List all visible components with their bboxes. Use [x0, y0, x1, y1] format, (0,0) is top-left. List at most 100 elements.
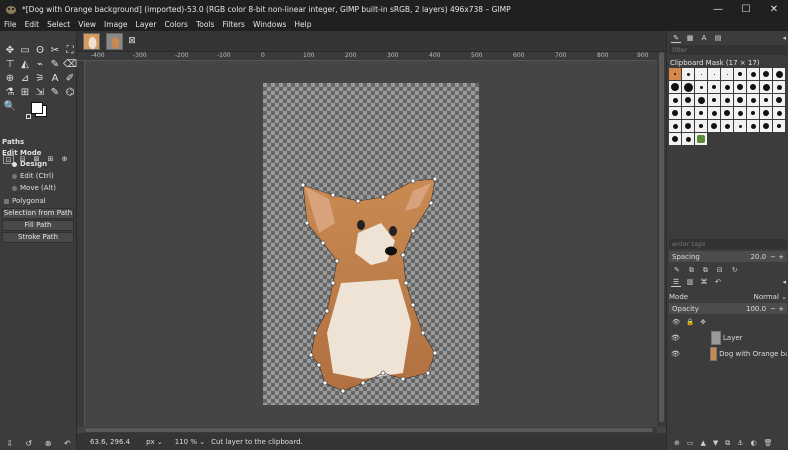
- brush-swatch[interactable]: [708, 94, 720, 106]
- ink-tool-icon[interactable]: ✎: [48, 85, 62, 99]
- brush-swatch[interactable]: [708, 68, 720, 80]
- brush-swatch[interactable]: [695, 133, 707, 145]
- brush-swatch[interactable]: [708, 120, 720, 132]
- brush-swatch[interactable]: [695, 94, 707, 106]
- vertical-scrollbar-thumb[interactable]: [659, 52, 664, 422]
- brush-swatch[interactable]: [747, 94, 759, 106]
- brush-swatch[interactable]: [760, 94, 772, 106]
- menu-windows[interactable]: Windows: [249, 20, 290, 29]
- brush-swatch[interactable]: [747, 81, 759, 93]
- layer-row[interactable]: 👁 Layer: [669, 330, 787, 346]
- new-group-icon[interactable]: ▭: [687, 439, 694, 447]
- brush-swatch[interactable]: [669, 68, 681, 80]
- layer-row[interactable]: 👁 Dog with Orange background: [669, 346, 787, 362]
- brush-swatch[interactable]: [669, 133, 681, 145]
- brush-swatch[interactable]: [773, 68, 785, 80]
- layer-name[interactable]: Layer: [723, 334, 743, 342]
- menu-layer[interactable]: Layer: [132, 20, 161, 29]
- brush-swatch[interactable]: [669, 107, 681, 119]
- brush-swatch[interactable]: [734, 107, 746, 119]
- anchor-layer-icon[interactable]: ⚓: [737, 439, 743, 447]
- menu-select[interactable]: Select: [43, 20, 74, 29]
- brush-tags-input[interactable]: [669, 239, 787, 249]
- channels-tab-icon[interactable]: ▥: [685, 277, 695, 287]
- brush-swatch[interactable]: [760, 68, 772, 80]
- brush-swatch[interactable]: [721, 94, 733, 106]
- polygonal-checkbox[interactable]: Polygonal: [4, 197, 46, 205]
- brush-swatch[interactable]: [682, 120, 694, 132]
- brush-swatch[interactable]: [682, 133, 694, 145]
- brush-swatch[interactable]: [669, 94, 681, 106]
- brush-swatch[interactable]: [747, 107, 759, 119]
- paths-tab-icon[interactable]: ⌘: [699, 277, 709, 287]
- new-brush-icon[interactable]: ⧉: [689, 266, 694, 275]
- close-button[interactable]: ✕: [760, 0, 788, 18]
- menu-edit[interactable]: Edit: [21, 20, 44, 29]
- move-tool-icon[interactable]: ✥: [3, 43, 17, 57]
- new-layer-icon[interactable]: ⊕: [674, 439, 680, 447]
- image-tab-thumbnail[interactable]: [83, 32, 100, 50]
- brush-swatch[interactable]: [721, 120, 733, 132]
- image-tab-thumbnail-active[interactable]: [106, 32, 123, 50]
- scissors-select-tool-icon[interactable]: ✂: [48, 43, 62, 57]
- lock-position-icon[interactable]: ✥: [700, 318, 705, 326]
- selection-from-path-button[interactable]: Selection from Path: [2, 208, 74, 219]
- brush-swatch[interactable]: [734, 81, 746, 93]
- restore-options-icon[interactable]: ↺: [26, 439, 33, 448]
- brush-swatch[interactable]: [708, 107, 720, 119]
- layer-name[interactable]: Dog with Orange background: [719, 350, 787, 358]
- brush-swatch[interactable]: [682, 107, 694, 119]
- maximize-button[interactable]: ☐: [732, 0, 760, 18]
- raise-layer-icon[interactable]: ▲: [701, 439, 706, 447]
- minimize-button[interactable]: —: [704, 0, 732, 18]
- spacing-stepper-icon[interactable]: − +: [770, 253, 784, 261]
- heal-tool-icon[interactable]: ⊕: [3, 71, 17, 85]
- brush-swatch[interactable]: [695, 120, 707, 132]
- delete-options-icon[interactable]: ⊗: [45, 439, 52, 448]
- paths-tool-icon[interactable]: ⚞: [33, 71, 47, 85]
- brush-swatch[interactable]: [721, 81, 733, 93]
- image-canvas[interactable]: [85, 61, 657, 427]
- free-select-tool-icon[interactable]: ʘ: [33, 43, 47, 57]
- vertical-scrollbar[interactable]: [657, 52, 666, 427]
- lower-layer-icon[interactable]: ▼: [713, 439, 718, 447]
- brush-swatch[interactable]: [682, 94, 694, 106]
- color-picker-tool-icon[interactable]: ✐: [63, 71, 77, 85]
- spacing-value[interactable]: 20.0: [750, 253, 766, 261]
- brush-swatch[interactable]: [682, 68, 694, 80]
- brush-swatch[interactable]: [773, 81, 785, 93]
- brushes-tab-icon[interactable]: ✎: [671, 33, 681, 43]
- opacity-slider[interactable]: Opacity 100.0 − +: [669, 303, 787, 314]
- opacity-stepper-icon[interactable]: − +: [770, 305, 784, 313]
- measure-tool-icon[interactable]: ⊞: [18, 85, 32, 99]
- mask-layer-icon[interactable]: ◐: [751, 439, 757, 447]
- brush-swatch[interactable]: [695, 107, 707, 119]
- clone-tool-icon[interactable]: ⌬: [63, 85, 77, 99]
- brush-swatch[interactable]: [734, 68, 746, 80]
- fill-path-button[interactable]: Fill Path: [2, 220, 74, 231]
- reset-colors-icon[interactable]: [26, 114, 31, 119]
- menu-colors[interactable]: Colors: [160, 20, 192, 29]
- spacing-slider[interactable]: Spacing 20.0 − +: [669, 251, 787, 262]
- brush-swatch[interactable]: [773, 107, 785, 119]
- brush-swatch[interactable]: [760, 81, 772, 93]
- foreground-color-swatch[interactable]: [31, 102, 43, 114]
- duplicate-layer-icon[interactable]: ⧉: [725, 439, 730, 448]
- save-options-icon[interactable]: ⇩: [6, 439, 13, 448]
- brush-swatch[interactable]: [773, 120, 785, 132]
- fonts-tab-icon[interactable]: A: [699, 33, 709, 43]
- warp-tool-icon[interactable]: ◭: [18, 57, 32, 71]
- menu-help[interactable]: Help: [290, 20, 315, 29]
- dock-menu-icon[interactable]: ◂: [782, 34, 786, 42]
- edit-brush-icon[interactable]: ✎: [674, 266, 680, 274]
- mode-design-radio[interactable]: Design: [12, 160, 47, 168]
- menu-view[interactable]: View: [74, 20, 100, 29]
- pointer-tab[interactable]: ⊕: [59, 155, 70, 164]
- brush-swatch[interactable]: [734, 94, 746, 106]
- brush-swatch[interactable]: [708, 81, 720, 93]
- paintbrush-tool-icon[interactable]: ✎: [48, 57, 62, 71]
- brush-swatch[interactable]: [760, 120, 772, 132]
- eraser-tool-icon[interactable]: ⌫: [63, 57, 77, 71]
- stroke-path-button[interactable]: Stroke Path: [2, 232, 74, 243]
- layer-visibility-icon[interactable]: 👁: [671, 350, 680, 358]
